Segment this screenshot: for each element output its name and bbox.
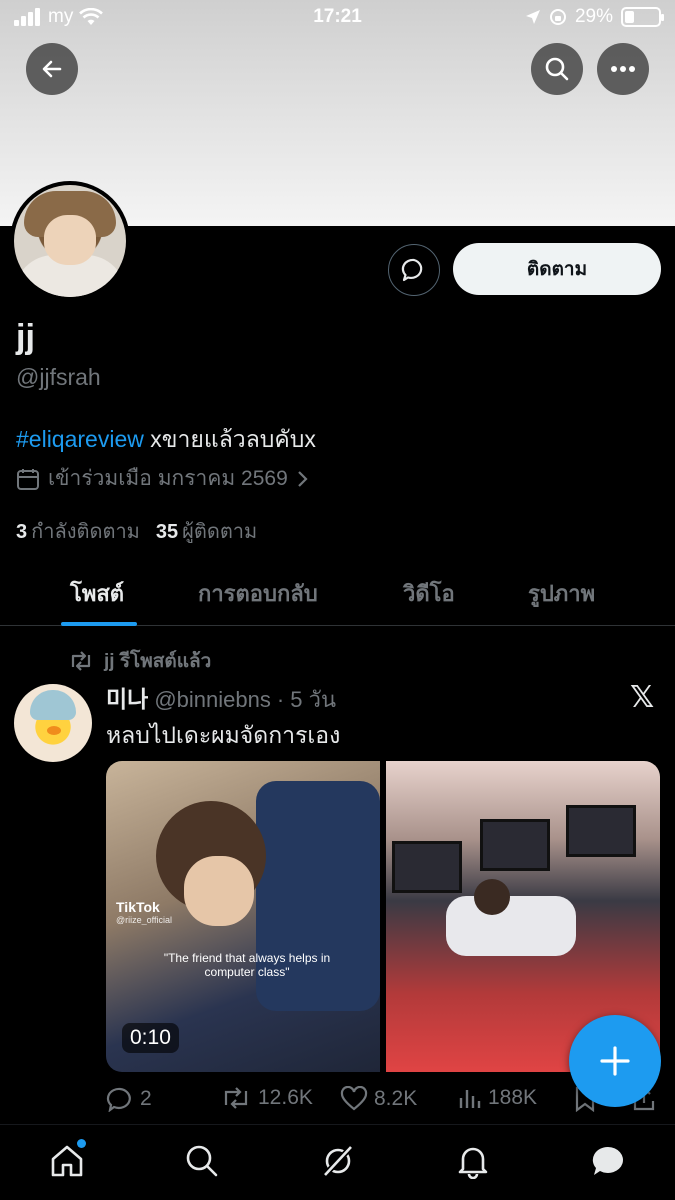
more-horizontal-icon	[611, 66, 635, 72]
messages-icon	[592, 1146, 623, 1175]
like-action[interactable]: 8.2K	[340, 1086, 417, 1112]
joined-date[interactable]: เข้าร่วมเมือ มกราคม 2569	[16, 462, 308, 495]
chevron-right-icon	[298, 470, 308, 487]
followers-count: 35	[155, 521, 179, 543]
nav-notifications[interactable]	[453, 1141, 493, 1181]
plus-icon	[600, 1046, 630, 1076]
battery-icon	[621, 7, 664, 27]
post-time: · 5 วัน	[276, 687, 337, 712]
tab-videos[interactable]: วิดีโอ	[403, 576, 455, 611]
bell-icon	[458, 1147, 488, 1179]
following-label: กำลังติดตาม	[31, 521, 140, 543]
nav-grok[interactable]	[318, 1141, 358, 1181]
view-count: 188K	[488, 1086, 538, 1109]
analytics-icon	[459, 1090, 481, 1108]
followers-label: ผู้ติดตาม	[182, 521, 258, 543]
tiktok-label: TikTok	[116, 899, 160, 915]
avatar-image	[14, 185, 126, 297]
image-monitor	[392, 841, 462, 893]
back-button[interactable]	[26, 43, 78, 95]
heart-icon	[340, 1086, 368, 1111]
video-duration: 0:10	[122, 1023, 179, 1053]
avatar-beak	[47, 726, 61, 735]
image-kid-head	[474, 879, 510, 915]
reply-action[interactable]: 2	[106, 1086, 152, 1112]
search-icon	[545, 57, 569, 81]
image-kid	[446, 896, 576, 956]
repost-icon	[224, 1087, 248, 1109]
tiktok-handle: @riize_official	[116, 915, 172, 925]
follow-stats: 3 กำลังติดตาม 35 ผู้ติดตาม	[16, 515, 257, 547]
profile-name: jj	[16, 318, 35, 356]
repost-indicator[interactable]: jj รีโพสต์แล้ว	[68, 646, 211, 676]
image-monitor	[566, 805, 636, 857]
bottom-navigation	[0, 1124, 675, 1200]
battery-fill	[625, 11, 634, 23]
home-icon	[51, 1145, 83, 1177]
post-header: 미나 @binniebns · 5 วัน	[106, 680, 336, 717]
nav-search[interactable]	[182, 1141, 222, 1181]
location-arrow-icon	[525, 10, 540, 24]
tab-posts[interactable]: โพสต์	[70, 576, 124, 611]
avatar-face	[44, 215, 96, 265]
repost-label: jj รีโพสต์แล้ว	[104, 651, 212, 672]
reply-count: 2	[140, 1087, 152, 1110]
chat-bubble-icon	[401, 258, 423, 282]
battery-percent: 29%	[574, 6, 613, 27]
profile-avatar[interactable]	[10, 181, 130, 301]
active-tab-indicator	[61, 622, 137, 626]
more-options-button[interactable]	[597, 43, 649, 95]
follow-button[interactable]: ติดตาม	[453, 243, 661, 295]
repost-action[interactable]: 12.6K	[220, 1086, 313, 1110]
nav-home[interactable]	[47, 1139, 87, 1181]
bio-text: xขายแล้วลบคับx	[143, 426, 316, 452]
x-logo-icon: 𝕏	[630, 681, 655, 714]
tiktok-watermark: TikTok @riize_official	[116, 899, 172, 925]
like-count: 8.2K	[374, 1087, 418, 1110]
status-right: 29%	[525, 6, 664, 28]
following-count: 3	[16, 521, 28, 543]
media-video[interactable]: TikTok @riize_official "The friend that …	[106, 761, 380, 1072]
bio-hashtag-link[interactable]: #eliqareview	[16, 426, 144, 452]
image-monitor	[480, 819, 550, 871]
avatar-towel	[30, 690, 76, 720]
profile-tabs: โพสต์ การตอบกลับ วิดีโอ รูปภาพ	[0, 560, 675, 626]
message-button[interactable]	[388, 244, 440, 296]
arrow-left-icon	[42, 60, 62, 78]
joined-text: เข้าร่วมเมือ มกราคม 2569	[48, 467, 288, 490]
repost-icon	[71, 651, 91, 671]
search-icon	[186, 1145, 218, 1177]
tab-replies[interactable]: การตอบกลับ	[198, 576, 318, 611]
views-action[interactable]: 188K	[458, 1086, 537, 1110]
repost-count: 12.6K	[258, 1086, 313, 1109]
post-media: TikTok @riize_official "The friend that …	[106, 761, 660, 1072]
reply-icon	[106, 1087, 131, 1112]
tab-photos[interactable]: รูปภาพ	[528, 576, 595, 611]
home-notification-dot	[77, 1139, 86, 1148]
search-button[interactable]	[531, 43, 583, 95]
profile-handle: @jjfsrah	[16, 364, 101, 390]
rotation-lock-icon	[549, 9, 566, 25]
post-author-avatar[interactable]	[14, 684, 92, 762]
post-author-handle[interactable]: @binniebns	[154, 687, 271, 713]
post-text: หลบไปเดะผมจัดการเอง	[106, 722, 341, 748]
compose-button[interactable]	[569, 1015, 661, 1107]
nav-messages[interactable]	[588, 1141, 628, 1181]
status-bar: my 17:21 29%	[0, 0, 675, 36]
followers-stat[interactable]: 35 ผู้ติดตาม	[156, 515, 257, 547]
post-author-name[interactable]: 미나	[106, 680, 148, 714]
video-caption: "The friend that always helps in compute…	[163, 951, 331, 979]
profile-bio: #eliqareview xขายแล้วลบคับx	[16, 422, 316, 458]
grok-icon	[321, 1143, 355, 1179]
following-stat[interactable]: 3 กำลังติดตาม	[16, 515, 140, 547]
video-face	[184, 856, 254, 926]
calendar-icon	[17, 468, 39, 490]
